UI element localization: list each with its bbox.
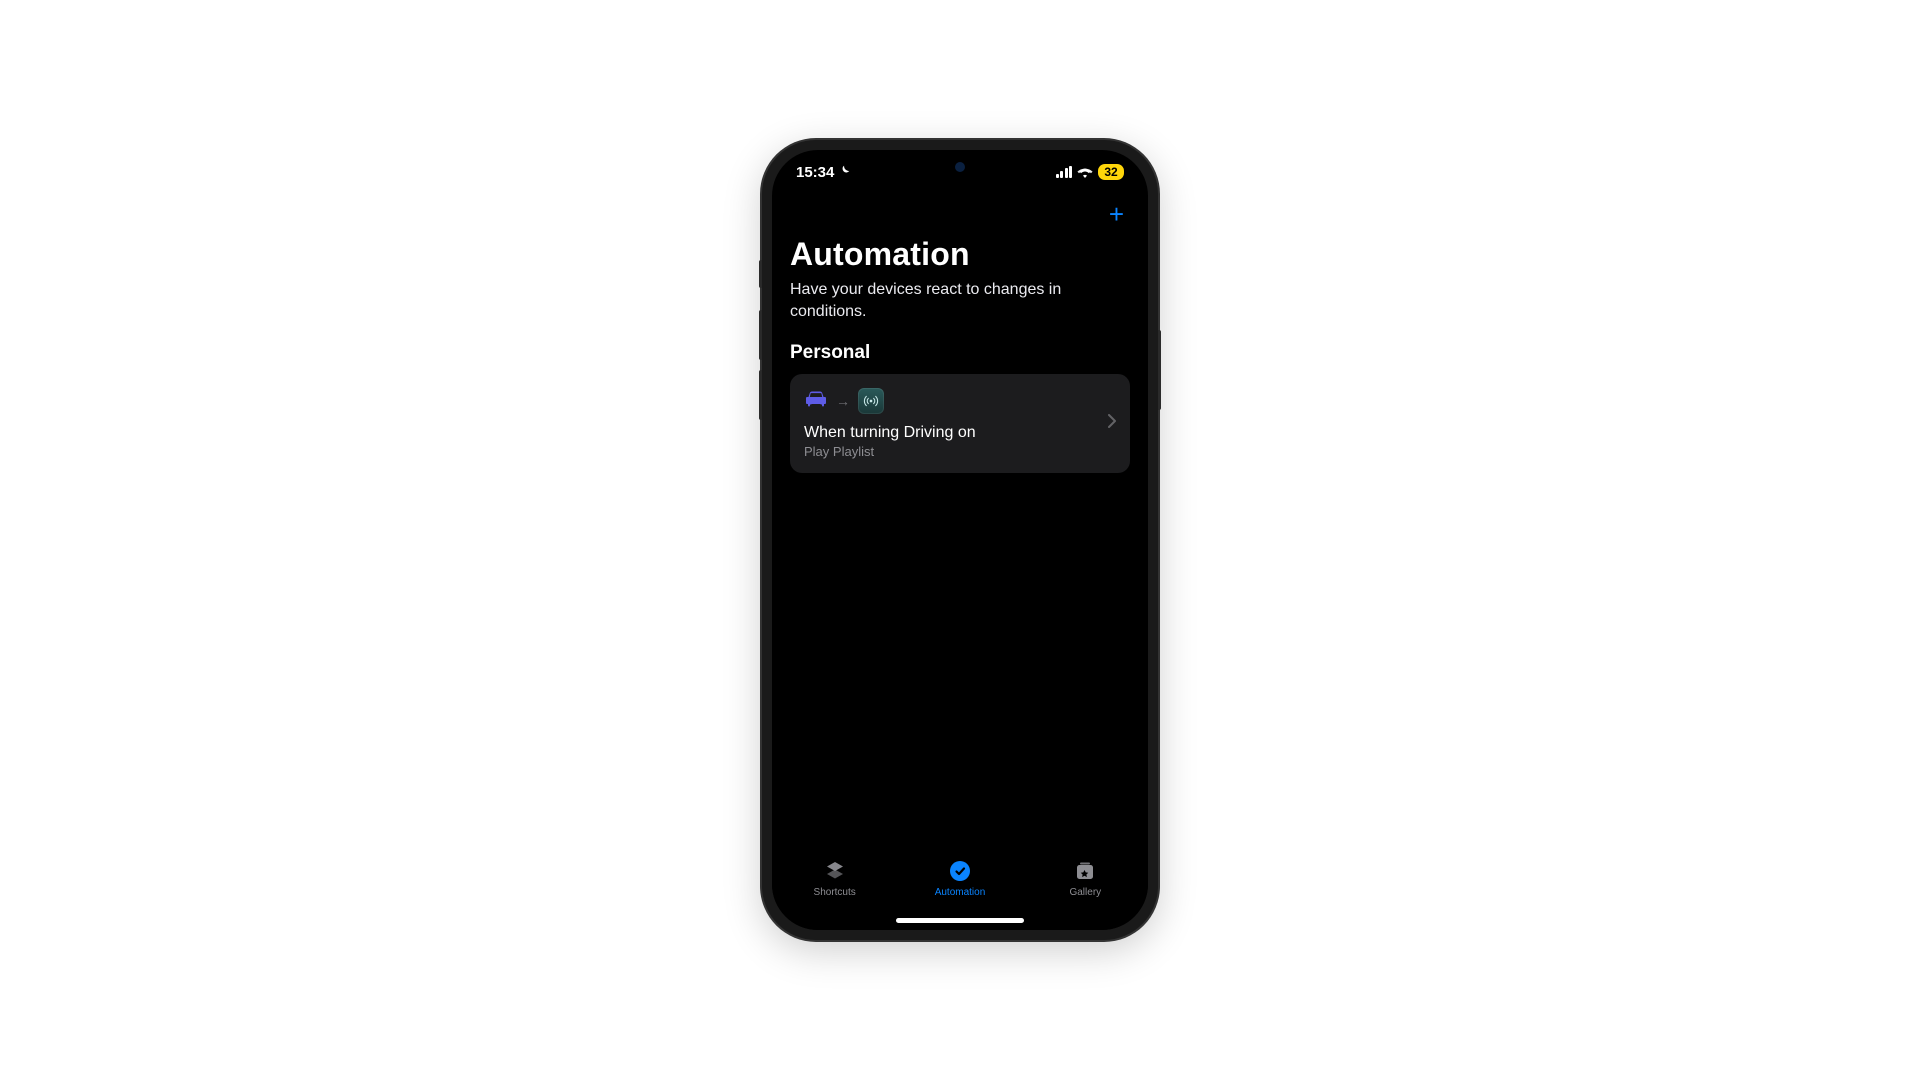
automation-item-content: → When turning Driving on Play Playlist — [804, 388, 1100, 459]
add-button[interactable]: + — [1103, 197, 1130, 231]
status-time: 15:34 — [796, 164, 834, 181]
home-indicator[interactable] — [896, 918, 1024, 923]
status-bar: 15:34 32 — [772, 150, 1148, 194]
page-subtitle: Have your devices react to changes in co… — [790, 279, 1090, 322]
automation-item-subtitle: Play Playlist — [804, 444, 1100, 459]
tab-gallery[interactable]: Gallery — [1023, 858, 1147, 898]
status-right: 32 — [1056, 164, 1125, 180]
battery-indicator: 32 — [1098, 164, 1124, 180]
tab-automation-label: Automation — [935, 887, 986, 898]
section-header-personal: Personal — [790, 342, 1130, 364]
volume-down-button — [759, 370, 762, 420]
tab-shortcuts[interactable]: Shortcuts — [773, 858, 897, 898]
chevron-right-icon — [1108, 414, 1116, 433]
cellular-signal-icon — [1056, 166, 1073, 178]
arrow-right-icon: → — [836, 393, 850, 409]
nav-bar: + — [772, 194, 1148, 234]
automation-icon — [948, 858, 972, 884]
shortcuts-icon — [823, 858, 847, 884]
tab-shortcuts-label: Shortcuts — [814, 887, 856, 898]
power-button — [1158, 330, 1161, 410]
page-title: Automation — [790, 236, 1130, 273]
screen: 15:34 32 + — [772, 150, 1148, 930]
gallery-icon — [1073, 858, 1097, 884]
automation-icon-row: → — [804, 388, 1100, 414]
content-area: Automation Have your devices react to ch… — [772, 234, 1148, 852]
tab-automation[interactable]: Automation — [898, 858, 1022, 898]
phone-frame: 15:34 32 + — [762, 140, 1158, 940]
do-not-disturb-icon — [838, 164, 851, 180]
wifi-icon — [1077, 166, 1093, 178]
plus-icon: + — [1109, 199, 1124, 229]
radio-app-icon — [858, 388, 884, 414]
status-left: 15:34 — [796, 164, 851, 181]
automation-item-driving[interactable]: → When turning Driving on Play Playlist — [790, 374, 1130, 473]
tab-gallery-label: Gallery — [1069, 887, 1101, 898]
car-icon — [804, 389, 828, 414]
volume-up-button — [759, 310, 762, 360]
front-camera-dot — [955, 162, 965, 172]
silent-switch — [759, 260, 762, 288]
automation-item-title: When turning Driving on — [804, 424, 1100, 442]
